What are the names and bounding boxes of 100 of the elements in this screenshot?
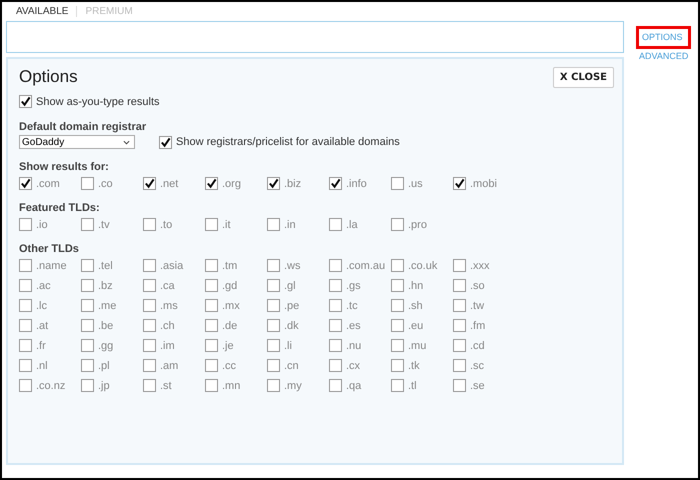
checkbox[interactable] bbox=[267, 339, 280, 352]
checkbox-label: .xxx bbox=[470, 260, 490, 272]
checkbox-label: .hn bbox=[408, 280, 424, 292]
checkbox-label: .tm bbox=[222, 260, 238, 272]
checkbox[interactable] bbox=[205, 339, 218, 352]
registrar-dropdown[interactable]: GoDaddy bbox=[19, 135, 135, 149]
checkbox[interactable] bbox=[267, 379, 280, 392]
checkbox[interactable] bbox=[453, 177, 466, 190]
checkbox-label: .cx bbox=[346, 360, 360, 372]
checkbox[interactable] bbox=[205, 279, 218, 292]
checkbox[interactable] bbox=[391, 218, 404, 231]
checkbox[interactable] bbox=[205, 218, 218, 231]
checkbox[interactable] bbox=[19, 177, 32, 190]
checkbox-label: .my bbox=[284, 380, 302, 392]
checkbox-label: .ca bbox=[160, 280, 175, 292]
checkbox[interactable] bbox=[329, 359, 342, 372]
checkbox-label: .cc bbox=[222, 360, 236, 372]
checkbox[interactable] bbox=[267, 359, 280, 372]
checkbox-label: .pl bbox=[98, 360, 110, 372]
checkbox-label: .dk bbox=[284, 320, 299, 332]
checkbox-label: .at bbox=[36, 320, 48, 332]
checkbox[interactable] bbox=[19, 259, 32, 272]
checkbox-label: Show registrars/pricelist for available domains bbox=[176, 136, 400, 148]
checkbox[interactable] bbox=[453, 299, 466, 312]
checkbox[interactable] bbox=[81, 379, 94, 392]
checkbox[interactable] bbox=[267, 279, 280, 292]
checkbox[interactable] bbox=[143, 177, 156, 190]
checkbox[interactable] bbox=[143, 299, 156, 312]
checkbox[interactable] bbox=[143, 259, 156, 272]
checkbox[interactable] bbox=[329, 279, 342, 292]
checkbox[interactable] bbox=[205, 359, 218, 372]
checkbox[interactable] bbox=[391, 299, 404, 312]
checkbox-label: .ws bbox=[284, 260, 300, 272]
checkbox[interactable] bbox=[81, 339, 94, 352]
checkbox[interactable] bbox=[143, 359, 156, 372]
checkbox[interactable] bbox=[19, 299, 32, 312]
checkbox-label: .it bbox=[222, 218, 231, 230]
checkbox-label: .de bbox=[222, 320, 238, 332]
checkbox[interactable] bbox=[19, 279, 32, 292]
checkbox[interactable] bbox=[159, 136, 172, 148]
checkbox[interactable] bbox=[205, 319, 218, 332]
checkbox[interactable] bbox=[329, 218, 342, 231]
checkbox[interactable] bbox=[205, 177, 218, 190]
checkbox[interactable] bbox=[453, 339, 466, 352]
checkbox[interactable] bbox=[81, 218, 94, 231]
checkbox[interactable] bbox=[143, 319, 156, 332]
checkbox[interactable] bbox=[391, 359, 404, 372]
checkbox[interactable] bbox=[453, 319, 466, 332]
checkbox[interactable] bbox=[267, 259, 280, 272]
checkbox[interactable] bbox=[329, 339, 342, 352]
checkbox-label: .tk bbox=[408, 360, 420, 372]
checkbox[interactable] bbox=[453, 259, 466, 272]
checkbox[interactable] bbox=[81, 319, 94, 332]
checkbox[interactable] bbox=[19, 218, 32, 231]
checkbox[interactable] bbox=[267, 218, 280, 231]
checkbox[interactable] bbox=[391, 259, 404, 272]
search-field[interactable] bbox=[6, 21, 624, 53]
checkbox[interactable] bbox=[19, 359, 32, 372]
checkbox[interactable] bbox=[391, 339, 404, 352]
checkbox-label: .tw bbox=[470, 300, 484, 312]
checkbox-label: .gs bbox=[346, 280, 361, 292]
checkbox[interactable] bbox=[143, 379, 156, 392]
checkbox[interactable] bbox=[19, 95, 32, 108]
checkbox[interactable] bbox=[19, 379, 32, 392]
checkbox[interactable] bbox=[19, 319, 32, 332]
checkbox[interactable] bbox=[81, 279, 94, 292]
checkbox[interactable] bbox=[81, 177, 94, 190]
checkbox[interactable] bbox=[19, 339, 32, 352]
checkbox-label: .nu bbox=[346, 340, 362, 352]
checkbox[interactable] bbox=[205, 259, 218, 272]
checkbox-label: .org bbox=[222, 178, 241, 190]
checkbox[interactable] bbox=[453, 279, 466, 292]
checkbox-label: .lc bbox=[36, 300, 47, 312]
checkbox[interactable] bbox=[391, 177, 404, 190]
checkbox[interactable] bbox=[329, 299, 342, 312]
tab[interactable]: AVAILABLE bbox=[16, 6, 78, 17]
checkbox[interactable] bbox=[453, 359, 466, 372]
checkbox[interactable] bbox=[391, 279, 404, 292]
checkbox[interactable] bbox=[329, 319, 342, 332]
checkbox[interactable] bbox=[81, 259, 94, 272]
checkbox[interactable] bbox=[205, 299, 218, 312]
checkbox[interactable] bbox=[143, 339, 156, 352]
checkbox-label: .tl bbox=[408, 380, 417, 392]
checkbox[interactable] bbox=[453, 379, 466, 392]
checkbox[interactable] bbox=[81, 299, 94, 312]
checkbox[interactable] bbox=[267, 177, 280, 190]
checkbox[interactable] bbox=[329, 259, 342, 272]
close-button[interactable]: X CLOSE bbox=[552, 66, 614, 88]
checkbox-label: .bz bbox=[98, 280, 113, 292]
checkbox[interactable] bbox=[391, 319, 404, 332]
checkbox[interactable] bbox=[143, 218, 156, 231]
checkbox[interactable] bbox=[391, 379, 404, 392]
checkbox[interactable] bbox=[329, 379, 342, 392]
checkbox[interactable] bbox=[267, 299, 280, 312]
section-heading: Other TLDs bbox=[19, 243, 80, 255]
checkbox[interactable] bbox=[81, 359, 94, 372]
checkbox[interactable] bbox=[329, 177, 342, 190]
checkbox[interactable] bbox=[267, 319, 280, 332]
checkbox[interactable] bbox=[205, 379, 218, 392]
checkbox[interactable] bbox=[143, 279, 156, 292]
